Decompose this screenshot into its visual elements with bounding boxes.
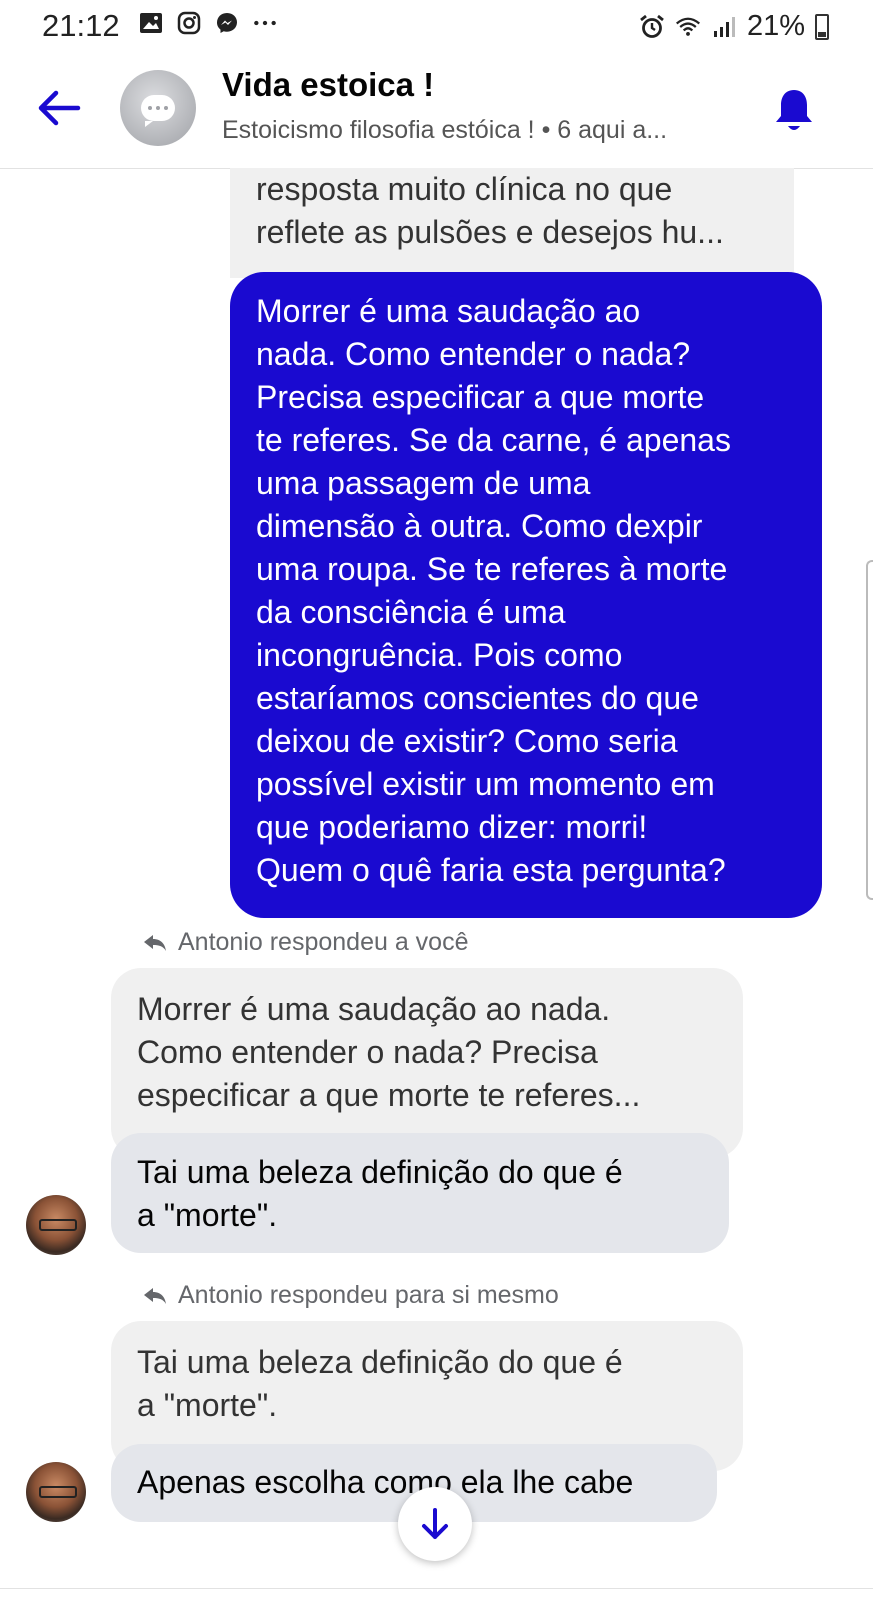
incoming-message-text: Tai uma beleza definição do que é a "mor…: [137, 1154, 623, 1233]
quoted-message-text: resposta muito clínica no que reflete as…: [256, 171, 724, 250]
chat-subtitle[interactable]: Estoicismo filosofia estóica ! • 6 aqui …: [222, 116, 667, 145]
outgoing-message[interactable]: Morrer é uma saudação ao nada. Como ente…: [230, 272, 822, 918]
reply-label: Antonio respondeu para si mesmo: [142, 1281, 559, 1310]
notification-icons: [138, 10, 278, 36]
avatar[interactable]: [26, 1195, 86, 1255]
battery-icon: [815, 13, 829, 40]
incoming-message-text: Apenas escolha como ela lhe cabe: [137, 1464, 634, 1500]
divider: [0, 1588, 873, 1589]
reply-label-text: Antonio respondeu a você: [178, 928, 469, 956]
bell-icon: [776, 90, 812, 130]
chat-title[interactable]: Vida estoica !: [222, 66, 434, 104]
more-icon: [252, 10, 278, 36]
quoted-message-text: Tai uma beleza definição do que é a "mor…: [137, 1344, 623, 1423]
arrow-down-icon: [422, 1508, 448, 1539]
edge-panel-handle[interactable]: [866, 560, 873, 900]
scroll-to-bottom-button[interactable]: [398, 1487, 472, 1561]
gallery-icon: [138, 10, 164, 36]
outgoing-message-text: Morrer é uma saudação ao nada. Como ente…: [256, 293, 731, 888]
status-time: 21:12: [42, 8, 120, 43]
incoming-message[interactable]: Tai uma beleza definição do que é a "mor…: [111, 1133, 729, 1253]
reply-icon: [144, 1287, 166, 1304]
instagram-icon: [176, 10, 202, 36]
reply-label-text: Antonio respondeu para si mesmo: [178, 1281, 559, 1309]
battery-percent: 21%: [746, 10, 805, 42]
back-button[interactable]: [36, 88, 82, 128]
signal-icon: [711, 14, 737, 40]
quoted-message[interactable]: resposta muito clínica no que reflete as…: [230, 168, 794, 278]
quoted-message-text: Morrer é uma saudação ao nada. Como ente…: [137, 991, 641, 1113]
group-avatar[interactable]: [120, 70, 196, 146]
notifications-button[interactable]: [772, 86, 816, 136]
system-icons: 21%: [639, 10, 829, 43]
quoted-message[interactable]: Morrer é uma saudação ao nada. Como ente…: [111, 968, 743, 1158]
alarm-icon: [639, 14, 665, 40]
chat-bubble-icon: [141, 95, 175, 127]
avatar[interactable]: [26, 1462, 86, 1522]
wifi-icon: [675, 14, 701, 40]
status-bar: 21:12 21%: [0, 0, 873, 52]
messenger-icon: [214, 10, 240, 36]
back-arrow-icon: [38, 90, 81, 126]
chat-header: Vida estoica ! Estoicismo filosofia estó…: [0, 52, 873, 169]
reply-icon: [144, 934, 166, 951]
reply-label: Antonio respondeu a você: [142, 928, 469, 957]
